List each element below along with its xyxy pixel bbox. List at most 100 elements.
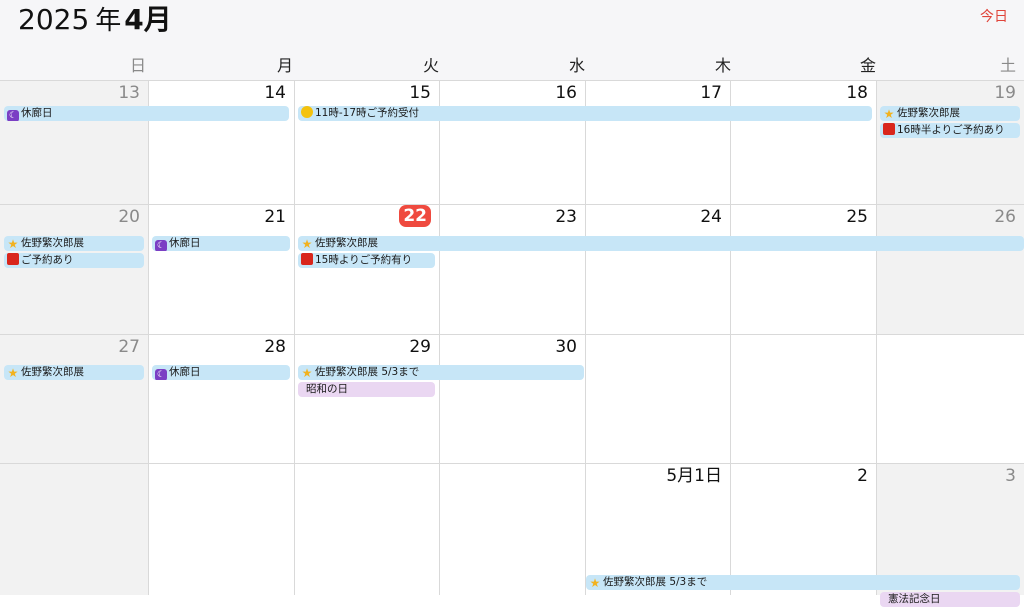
event-holiday[interactable]: 昭和の日: [298, 382, 435, 397]
day-cell[interactable]: [0, 464, 149, 595]
day-number: 25: [846, 207, 868, 227]
calendar-header: 2025 年 4月 今日 日 月 火 水 木 金 土: [0, 0, 1024, 81]
event-reservation[interactable]: 16時半よりご予約あり: [880, 123, 1020, 138]
week-row: 13 14 15 16 17 18 19 ☾ 休廊日 11時-17時ご予約受付 ★…: [0, 81, 1024, 205]
day-cell[interactable]: 19: [877, 81, 1024, 204]
day-cell[interactable]: 14: [149, 81, 295, 204]
month-title: 2025 年 4月: [18, 0, 172, 40]
event-exhibit[interactable]: ★ 佐野繁次郎展: [880, 106, 1020, 121]
star-icon: ★: [7, 366, 19, 380]
red-square-icon: [7, 253, 19, 265]
event-closed[interactable]: ☾ 休廊日: [4, 106, 289, 121]
day-number: 2: [857, 466, 868, 486]
day-cell[interactable]: 28: [149, 335, 295, 463]
event-label: 佐野繁次郎展 5/3まで: [315, 366, 420, 378]
event-label: 佐野繁次郎展: [315, 237, 378, 249]
day-cell[interactable]: 17: [586, 81, 731, 204]
today-button[interactable]: 今日: [980, 6, 1008, 26]
event-exhibit[interactable]: ★ 佐野繁次郎展: [298, 236, 1024, 251]
week-row: 20 21 22 23 24 25 26 ★ 佐野繁次郎展 ご予約あり ☾ 休廊日 …: [0, 205, 1024, 335]
event-label: 16時半よりご予約あり: [897, 124, 1005, 136]
month-label: 4月: [124, 3, 172, 36]
sun-icon: [301, 106, 313, 118]
day-cell[interactable]: 30: [440, 335, 586, 463]
weekday-thu: 木: [714, 56, 731, 75]
week-row: 27 28 29 30 ★ 佐野繁次郎展 ☾ 休廊日 ★ 佐野繁次郎展 5/3まで 昭…: [0, 335, 1024, 464]
today-day-number: 22: [399, 205, 431, 227]
event-closed[interactable]: ☾ 休廊日: [152, 236, 290, 251]
event-closed[interactable]: ☾ 休廊日: [152, 365, 290, 380]
event-exhibit[interactable]: ★ 佐野繁次郎展: [4, 365, 144, 380]
day-cell[interactable]: 13: [0, 81, 149, 204]
event-label: 佐野繁次郎展: [21, 237, 84, 249]
weekday-sun: 日: [129, 56, 146, 75]
day-number: 13: [118, 83, 140, 103]
event-exhibit-until[interactable]: ★ 佐野繁次郎展 5/3まで: [298, 365, 584, 380]
day-number: 16: [555, 83, 577, 103]
star-icon: ★: [301, 237, 313, 251]
day-number: 27: [118, 337, 140, 357]
day-number: 26: [994, 207, 1016, 227]
day-cell[interactable]: [149, 464, 295, 595]
day-cell[interactable]: [586, 335, 731, 463]
weekday-mon: 月: [276, 56, 293, 75]
event-reservation[interactable]: ご予約あり: [4, 253, 144, 268]
month-grid: 13 14 15 16 17 18 19 ☾ 休廊日 11時-17時ご予約受付 ★…: [0, 81, 1024, 607]
day-cell[interactable]: 23: [440, 205, 586, 334]
event-reservations[interactable]: 11時-17時ご予約受付: [298, 106, 872, 121]
day-number: 5月1日: [666, 466, 722, 486]
weekday-fri: 金: [859, 56, 876, 75]
day-cell[interactable]: 25: [731, 205, 877, 334]
day-number: 18: [846, 83, 868, 103]
star-icon: ★: [883, 107, 895, 121]
day-cell[interactable]: 20: [0, 205, 149, 334]
event-exhibit-until[interactable]: ★ 佐野繁次郎展 5/3まで: [586, 575, 1020, 590]
star-icon: ★: [301, 366, 313, 380]
day-number: 17: [700, 83, 722, 103]
day-cell-today[interactable]: 22: [295, 205, 440, 334]
moon-icon: ☾: [155, 240, 167, 251]
day-cell[interactable]: 24: [586, 205, 731, 334]
day-number: 21: [264, 207, 286, 227]
week-row: 5月1日 2 3 ★ 佐野繁次郎展 5/3まで 憲法記念日: [0, 464, 1024, 607]
day-cell[interactable]: 16: [440, 81, 586, 204]
day-number: 20: [118, 207, 140, 227]
year-label: 2025: [18, 3, 90, 36]
moon-icon: ☾: [155, 369, 167, 380]
day-cell[interactable]: [877, 335, 1024, 463]
day-number: 3: [1005, 466, 1016, 486]
weekday-sat: 土: [999, 56, 1016, 75]
event-label: ご予約あり: [21, 254, 74, 266]
event-label: 15時よりご予約有り: [315, 254, 413, 266]
day-number: 15: [409, 83, 431, 103]
event-reservation[interactable]: 15時よりご予約有り: [298, 253, 435, 268]
day-number: 28: [264, 337, 286, 357]
event-label: 佐野繁次郎展 5/3まで: [603, 576, 708, 588]
star-icon: ★: [7, 237, 19, 251]
red-square-icon: [301, 253, 313, 265]
day-number: 14: [264, 83, 286, 103]
red-square-icon: [883, 123, 895, 135]
day-cell[interactable]: 27: [0, 335, 149, 463]
day-cell[interactable]: [731, 335, 877, 463]
event-label: 佐野繁次郎展: [897, 107, 960, 119]
day-cell[interactable]: 26: [877, 205, 1024, 334]
moon-icon: ☾: [7, 110, 19, 121]
weekday-wed: 水: [568, 56, 585, 75]
day-cell[interactable]: [440, 464, 586, 595]
day-cell[interactable]: 18: [731, 81, 877, 204]
star-icon: ★: [589, 576, 601, 590]
day-number: 30: [555, 337, 577, 357]
day-number: 24: [700, 207, 722, 227]
day-cell[interactable]: 21: [149, 205, 295, 334]
year-suffix: 年: [95, 6, 122, 36]
event-label: 昭和の日: [306, 383, 348, 395]
day-cell[interactable]: 29: [295, 335, 440, 463]
event-holiday[interactable]: 憲法記念日: [880, 592, 1020, 607]
day-cell[interactable]: 15: [295, 81, 440, 204]
day-number: 19: [994, 83, 1016, 103]
event-exhibit[interactable]: ★ 佐野繁次郎展: [4, 236, 144, 251]
day-cell[interactable]: [295, 464, 440, 595]
weekday-tue: 火: [422, 56, 439, 75]
event-label: 休廊日: [169, 366, 201, 378]
